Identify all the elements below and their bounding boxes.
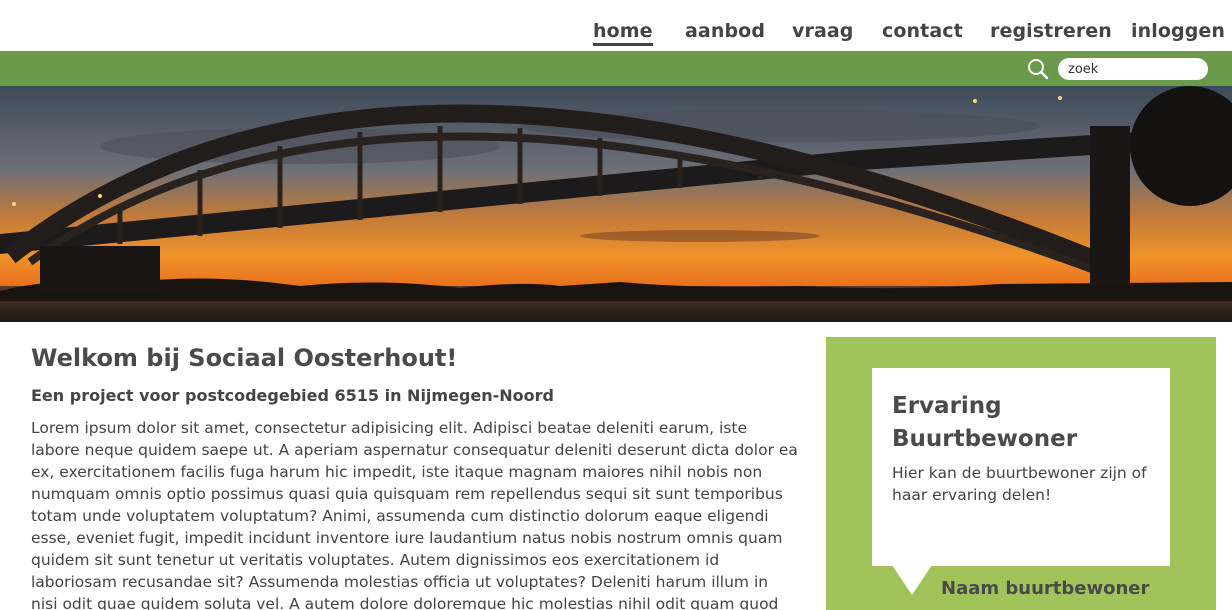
search-input[interactable] (1058, 58, 1208, 80)
main-content: Welkom bij Sociaal Oosterhout! Een proje… (0, 322, 1232, 610)
page-subtitle: Een project voor postcodegebied 6515 in … (31, 386, 554, 405)
testimonial-title: Ervaring Buurtbewoner (892, 393, 1078, 452)
hero-banner-image (0, 86, 1232, 322)
nav-item-contact[interactable]: contact (882, 20, 963, 42)
testimonial-text: Hier kan de buurtbewoner zijn of haar er… (892, 464, 1147, 504)
search-bar (0, 51, 1232, 86)
nav-item-home[interactable]: home (593, 20, 653, 46)
nav-item-inloggen[interactable]: inloggen (1131, 20, 1225, 42)
speech-bubble-pointer (892, 565, 932, 595)
testimonial-card: Ervaring Buurtbewoner Hier kan de buurtb… (872, 368, 1170, 566)
testimonial-author: Naam buurtbewoner (941, 578, 1150, 599)
search-icon[interactable] (1027, 58, 1049, 80)
nav-item-aanbod[interactable]: aanbod (685, 20, 765, 42)
nav-item-registreren[interactable]: registreren (990, 20, 1112, 42)
testimonial-panel: Ervaring Buurtbewoner Hier kan de buurtb… (826, 337, 1216, 610)
nav-item-vraag[interactable]: vraag (792, 20, 854, 42)
top-navigation: home aanbod vraag contact registreren in… (0, 0, 1232, 51)
page-body-text: Lorem ipsum dolor sit amet, consectetur … (31, 419, 798, 610)
page-title: Welkom bij Sociaal Oosterhout! (31, 344, 458, 372)
